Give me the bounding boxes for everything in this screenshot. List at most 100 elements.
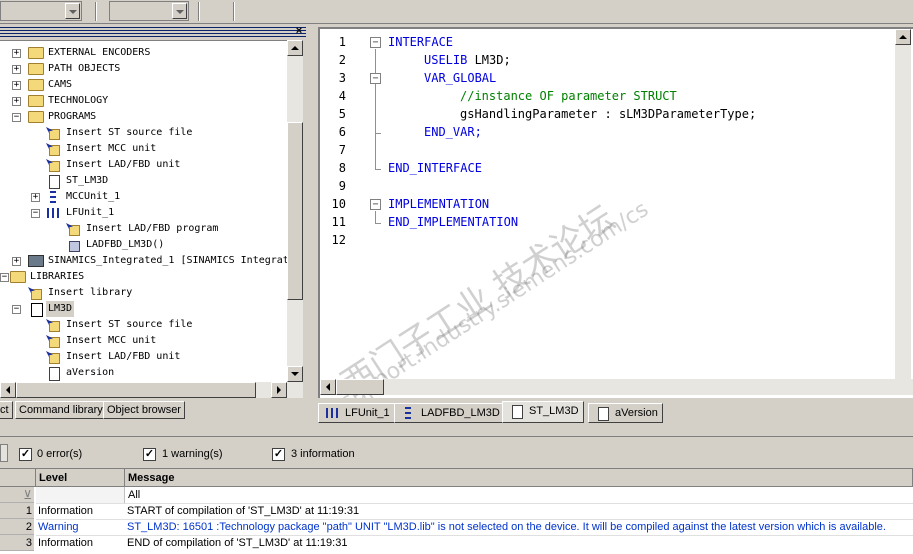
expand-icon[interactable]: + bbox=[31, 193, 40, 202]
tab-label: LFUnit_1 bbox=[345, 407, 390, 419]
chevron-down-icon[interactable] bbox=[65, 3, 80, 19]
line-number: 3 bbox=[338, 71, 346, 85]
line-number: 1 bbox=[338, 35, 346, 49]
line-number: 11 bbox=[331, 215, 346, 229]
st-source-icon bbox=[509, 405, 523, 419]
collapse-icon[interactable]: − bbox=[0, 273, 9, 282]
messages-grid[interactable]: Level Message ⊻ All 1 Information START … bbox=[0, 468, 913, 554]
errors-checkbox[interactable]: ✓ bbox=[19, 448, 32, 461]
code-line: gsHandlingParameter : sLM3DParameterType… bbox=[460, 107, 757, 121]
tab-command-library[interactable]: Command library bbox=[15, 401, 107, 419]
filter-toggle-button[interactable] bbox=[0, 444, 8, 462]
editor-tabs: LFUnit_1 LADFBD_LM3D ST_LM3D aVersion bbox=[312, 400, 913, 424]
tab-object-browser[interactable]: Object browser bbox=[103, 401, 185, 419]
fold-collapse-icon[interactable]: − bbox=[370, 199, 381, 210]
fold-collapse-icon[interactable]: − bbox=[370, 37, 381, 48]
insert-icon bbox=[46, 159, 62, 172]
close-icon[interactable]: × bbox=[293, 25, 305, 38]
warnings-checkbox[interactable]: ✓ bbox=[143, 448, 156, 461]
tab-lfunit[interactable]: LFUnit_1 bbox=[318, 403, 395, 423]
tree-item-label: Insert MCC unit bbox=[66, 335, 157, 346]
row-message[interactable]: END of compilation of 'ST_LM3D' at 11:19… bbox=[127, 535, 347, 551]
tab-aversion[interactable]: aVersion bbox=[588, 403, 663, 423]
row-level[interactable]: Warning bbox=[38, 519, 79, 535]
scroll-thumb[interactable] bbox=[16, 382, 256, 398]
insert-icon bbox=[28, 287, 44, 300]
tab-ladfbd[interactable]: LADFBD_LM3D bbox=[394, 403, 505, 423]
code-line: END_INTERFACE bbox=[388, 161, 482, 175]
folder-icon bbox=[28, 47, 44, 59]
editor-vertical-scrollbar[interactable] bbox=[895, 29, 911, 379]
scroll-left-icon[interactable] bbox=[0, 382, 16, 398]
fold-collapse-icon[interactable]: − bbox=[370, 73, 381, 84]
tab-label: aVersion bbox=[615, 407, 658, 419]
toolbar-combo-1[interactable] bbox=[0, 1, 82, 21]
code-line: IMPLEMENTATION bbox=[388, 197, 490, 211]
insert-icon bbox=[46, 319, 62, 332]
information-checkbox[interactable]: ✓ bbox=[272, 448, 285, 461]
panel-title-bar[interactable] bbox=[0, 27, 306, 37]
scroll-down-icon[interactable] bbox=[287, 366, 303, 382]
tree-item-label: ST_LM3D bbox=[66, 175, 109, 186]
line-number: 8 bbox=[338, 161, 346, 175]
scroll-left-icon[interactable] bbox=[320, 379, 336, 395]
mcc-unit-icon bbox=[46, 191, 62, 203]
tree-item-label: LFUnit_1 bbox=[66, 207, 115, 218]
collapse-icon[interactable]: − bbox=[12, 305, 21, 314]
column-header-level[interactable]: Level bbox=[36, 469, 125, 487]
insert-icon bbox=[46, 127, 62, 140]
expand-icon[interactable]: + bbox=[12, 97, 21, 106]
lad-unit-icon bbox=[325, 407, 339, 419]
expand-icon[interactable]: + bbox=[12, 81, 21, 90]
warnings-label: 1 warning(s) bbox=[162, 448, 223, 460]
tab-project[interactable]: ct bbox=[0, 401, 13, 419]
row-level[interactable]: Information bbox=[38, 535, 93, 551]
scroll-thumb[interactable] bbox=[287, 122, 303, 300]
doc-icon bbox=[595, 407, 609, 421]
toolbar-combo-2[interactable] bbox=[109, 1, 189, 21]
folder-icon bbox=[28, 63, 44, 75]
tree-item-label: LADFBD_LM3D() bbox=[86, 239, 165, 250]
column-header-message[interactable]: Message bbox=[125, 469, 913, 487]
line-number: 10 bbox=[331, 197, 346, 211]
expand-icon[interactable]: + bbox=[12, 65, 21, 74]
scroll-up-icon[interactable] bbox=[287, 40, 303, 56]
tree-item-label: MCCUnit_1 bbox=[66, 191, 121, 202]
chevron-down-icon[interactable] bbox=[172, 3, 187, 19]
row-message[interactable]: START of compilation of 'ST_LM3D' at 11:… bbox=[127, 503, 359, 519]
message-filter-cell[interactable]: All bbox=[126, 487, 140, 503]
tree-item-label: PATH OBJECTS bbox=[48, 63, 121, 74]
tree-item-label: SINAMICS_Integrated_1 [SINAMICS Integrat bbox=[48, 255, 287, 266]
drive-icon bbox=[28, 255, 44, 267]
scroll-right-icon[interactable] bbox=[271, 382, 287, 398]
expand-icon[interactable]: + bbox=[12, 257, 21, 266]
tree-item-label: LM3D bbox=[46, 301, 75, 317]
row-number: 3 bbox=[0, 535, 34, 551]
folder-icon bbox=[28, 95, 44, 107]
collapse-icon[interactable]: − bbox=[31, 209, 40, 218]
code-line: END_VAR; bbox=[424, 125, 482, 139]
tree-item-label: Insert LAD/FBD unit bbox=[66, 159, 181, 170]
editor-horizontal-scrollbar[interactable] bbox=[320, 379, 913, 395]
tree-vertical-scrollbar[interactable] bbox=[287, 40, 303, 382]
row-message[interactable]: ST_LM3D: 16501 :Technology package "path… bbox=[127, 519, 886, 535]
tree-item-label: PROGRAMS bbox=[48, 111, 97, 122]
fold-end bbox=[375, 169, 381, 170]
tree-item-label: Insert LAD/FBD unit bbox=[66, 351, 181, 362]
scroll-up-icon[interactable] bbox=[895, 29, 911, 45]
tab-st-lm3d[interactable]: ST_LM3D bbox=[502, 401, 584, 423]
toolbar-separator bbox=[233, 2, 235, 21]
row-level[interactable]: Information bbox=[38, 503, 93, 519]
insert-icon bbox=[46, 143, 62, 156]
scroll-thumb[interactable] bbox=[336, 379, 384, 395]
folder-icon bbox=[28, 79, 44, 91]
level-filter-cell[interactable] bbox=[36, 487, 125, 503]
toolbar-separator bbox=[95, 2, 97, 21]
tree-horizontal-scrollbar[interactable] bbox=[0, 382, 303, 398]
project-tree[interactable]: + EXTERNAL ENCODERS + PATH OBJECTS + CAM… bbox=[0, 40, 287, 382]
st-editor[interactable]: 1 2 3 4 5 6 7 8 9 10 11 12 − − − INTERFA… bbox=[318, 27, 913, 398]
code-comment: //instance OF parameter STRUCT bbox=[460, 89, 677, 103]
expand-icon[interactable]: + bbox=[12, 49, 21, 58]
collapse-icon[interactable]: − bbox=[12, 113, 21, 122]
fold-end bbox=[375, 133, 381, 134]
